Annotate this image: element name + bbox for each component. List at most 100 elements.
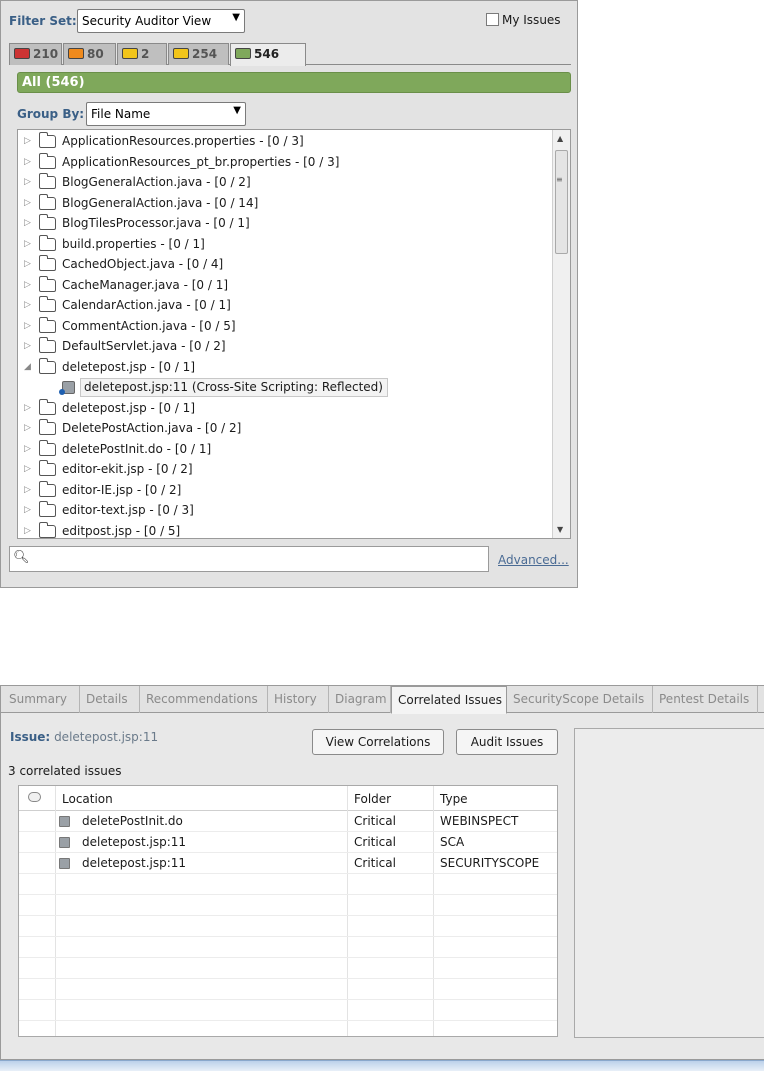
tree-item-label: CommentAction.java - [0 / 5] [62,318,236,333]
expand-icon[interactable]: ▷ [24,444,31,454]
table-row[interactable] [19,937,557,958]
group-by-label: Group By: [17,107,85,121]
tree-item-label: DefaultServlet.java - [0 / 2] [62,339,226,353]
tree-scrollbar[interactable]: ▲ ≡ ▼ [552,130,570,538]
column-header-location[interactable]: Location [62,792,113,806]
column-header-folder[interactable]: Folder [354,792,391,806]
expand-icon[interactable]: ▷ [24,403,31,413]
tree-folder-item[interactable]: ◢ deletepost.jsp - [0 / 1] [18,357,548,378]
scroll-up-icon[interactable]: ▲ [557,134,563,143]
expand-icon[interactable]: ▷ [24,505,31,515]
collapse-icon[interactable]: ◢ [24,362,31,372]
expand-icon[interactable]: ▷ [24,526,31,536]
tab-severity-low[interactable]: 254 [168,43,229,65]
expand-icon[interactable]: ▷ [24,177,31,187]
tab-details[interactable]: Details [80,686,140,713]
folder-icon [39,419,56,435]
table-row[interactable] [19,958,557,979]
expand-icon[interactable]: ▷ [24,485,31,495]
table-header: Location Folder Type [19,786,557,811]
tree-folder-item[interactable]: ▷ CacheManager.java - [0 / 1] [18,275,548,296]
my-issues-checkbox[interactable]: My Issues [486,13,561,27]
folder-icon [39,132,56,148]
expand-icon[interactable]: ▷ [24,300,31,310]
tab-pentest-details[interactable]: Pentest Details [653,686,758,713]
tree-folder-item[interactable]: ▷ ApplicationResources.properties - [0 / … [18,132,548,152]
expand-icon[interactable]: ▷ [24,321,31,331]
tab-recommendations[interactable]: Recommendations [140,686,268,713]
group-by-select[interactable]: File Name ▼ [86,102,246,126]
table-row[interactable]: deletePostInit.do Critical WEBINSPECT [19,811,557,832]
expand-icon[interactable]: ▷ [24,239,31,249]
expand-icon[interactable]: ▷ [24,136,31,146]
search-input[interactable]: 🔍︎ [9,546,489,572]
checkbox-icon[interactable] [486,13,499,26]
tree-folder-item[interactable]: ▷ deletepost.jsp - [0 / 1] [18,398,548,419]
tree-folder-item[interactable]: ▷ CachedObject.java - [0 / 4] [18,255,548,275]
folder-icon [39,234,56,251]
all-issues-bar[interactable]: All (546) [17,72,571,93]
filter-bar: Filter Set: Security Auditor View ▼ My I… [1,1,577,41]
tree-folder-item[interactable]: ▷ ApplicationResources_pt_br.properties -… [18,152,548,173]
table-row[interactable]: deletepost.jsp:11 Critical SECURITYSCOPE [19,853,557,874]
tree-folder-item[interactable]: ▷ BlogGeneralAction.java - [0 / 14] [18,193,548,214]
tree-folder-item[interactable]: ▷ editor-text.jsp - [0 / 3] [18,501,548,521]
folder-icon [39,193,56,210]
tab-summary[interactable]: Summary [3,686,80,713]
expand-icon[interactable]: ▷ [24,259,31,269]
tree-issue-item[interactable]: deletepost.jsp:11 (Cross-Site Scripting:… [18,378,548,398]
expand-icon[interactable]: ▷ [24,341,31,351]
severity-swatch-icon [235,48,251,59]
folder-icon [39,480,56,497]
tab-securityscope-details[interactable]: SecurityScope Details [507,686,653,713]
scrollbar-thumb[interactable] [555,150,568,254]
expand-icon[interactable]: ▷ [24,464,31,474]
table-row[interactable] [19,874,557,895]
tree-folder-item[interactable]: ▷ deletePostInit.do - [0 / 1] [18,439,548,460]
table-row[interactable] [19,979,557,1000]
expand-icon[interactable]: ▷ [24,423,31,433]
table-row[interactable] [19,1000,557,1021]
audit-issues-button[interactable]: Audit Issues [456,729,558,755]
tab-severity-medium[interactable]: 2 [117,43,167,65]
issue-icon [59,858,70,869]
scroll-down-icon[interactable]: ▼ [557,525,563,534]
tree-item-label: DeletePostAction.java - [0 / 2] [62,421,242,435]
issue-detail-panel: Summary Details Recommendations History Diag… [0,685,764,1060]
tab-severity-all[interactable]: 546 [230,43,306,66]
tree-folder-item[interactable]: ▷ CalendarAction.java - [0 / 1] [18,296,548,316]
chevron-down-icon: ▼ [233,105,241,116]
tree-folder-item[interactable]: ▷ CommentAction.java - [0 / 5] [18,316,548,337]
column-header-type[interactable]: Type [440,792,468,806]
tree-folder-item[interactable]: ▷ editor-ekit.jsp - [0 / 2] [18,460,548,480]
issue-tree[interactable]: ▷ editpost.jsp - [0 / 5] ▷ editor-text.jsp … [17,129,571,539]
tree-folder-item[interactable]: ▷ BlogGeneralAction.java - [0 / 2] [18,173,548,193]
tree-folder-item[interactable]: ▷ editpost.jsp - [0 / 5] [18,521,548,539]
expand-icon[interactable]: ▷ [24,198,31,208]
correlated-issues-table[interactable]: Location Folder Type deletePostInit.do Cr… [18,785,558,1037]
tree-folder-item[interactable]: ▷ BlogTilesProcessor.java - [0 / 1] [18,214,548,234]
tab-history[interactable]: History [268,686,329,713]
tab-diagram[interactable]: Diagram [329,686,391,713]
table-row[interactable] [19,895,557,916]
tree-folder-item[interactable]: ▷ editor-IE.jsp - [0 / 2] [18,480,548,501]
tree-item-label: editor-ekit.jsp - [0 / 2] [62,462,193,476]
expand-icon[interactable]: ▷ [24,280,31,290]
tab-severity-high[interactable]: 80 [63,43,116,65]
tree-item-label: build.properties - [0 / 1] [62,236,205,251]
view-correlations-button[interactable]: View Correlations [312,729,444,755]
table-row[interactable] [19,916,557,937]
filter-set-label: Filter Set: [9,14,77,28]
tab-severity-critical[interactable]: 210 [9,43,62,65]
table-row[interactable]: deletepost.jsp:11 Critical SCA [19,832,557,853]
tree-folder-item[interactable]: ▷ DeletePostAction.java - [0 / 2] [18,419,548,439]
expand-icon[interactable]: ▷ [24,157,31,167]
tree-folder-item[interactable]: ▷ DefaultServlet.java - [0 / 2] [18,337,548,357]
my-issues-label: My Issues [502,13,561,27]
advanced-search-link[interactable]: Advanced... [498,553,569,567]
table-row[interactable] [19,1021,557,1036]
tree-folder-item[interactable]: ▷ build.properties - [0 / 1] [18,234,548,255]
expand-icon[interactable]: ▷ [24,218,31,228]
filter-set-select[interactable]: Security Auditor View ▼ [77,9,245,33]
tab-correlated-issues[interactable]: Correlated Issues [391,686,507,714]
